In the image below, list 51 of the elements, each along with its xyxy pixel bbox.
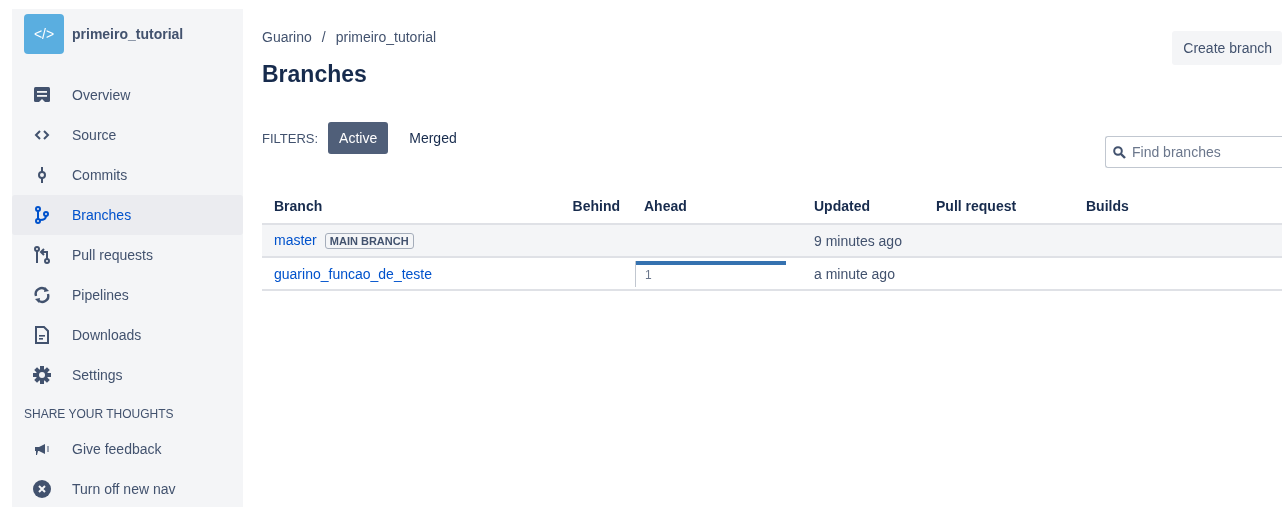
close-icon [32,479,52,499]
document-icon [32,85,52,105]
filter-tab[interactable]: Active [328,122,389,154]
column-header: Ahead [644,198,687,214]
branch-icon [32,205,52,225]
section-title: SHARE YOUR THOUGHTS [23,406,175,423]
sidebar-item[interactable]: Turn off new nav [12,469,243,507]
file-icon [32,325,52,345]
sidebar-item[interactable]: Pull requests [12,235,243,275]
filters-label: FILTERS: [262,130,319,146]
column-header: Behind [572,198,620,214]
sidebar-item[interactable]: Source [12,115,243,155]
page-title: Branches [262,61,368,88]
sidebar-label: Downloads [72,327,142,343]
branch-link[interactable]: master [274,232,317,248]
ahead-count: 1 [644,267,652,282]
sidebar-item[interactable]: Overview [12,75,243,115]
breadcrumb-link[interactable]: primeiro_tutorial [335,29,437,45]
column-header: Updated [814,198,870,214]
column-header: Builds [1086,198,1129,214]
breadcrumb-link[interactable]: Guarino [262,29,312,45]
sidebar-item[interactable]: Pipelines [12,275,243,315]
filter-tab[interactable]: Merged [398,122,468,154]
settings-icon [32,365,52,385]
sidebar-item[interactable]: Downloads [12,315,243,355]
updated-time: a minute ago [814,265,895,282]
sidebar-label: Turn off new nav [72,481,176,497]
sidebar-label: Source [72,127,117,143]
sidebar-label: Commits [72,167,128,183]
sidebar-label: Give feedback [72,441,162,457]
sidebar-item[interactable]: Give feedback [12,429,243,469]
column-header: Pull request [936,198,1017,214]
branch-link[interactable]: guarino_funcao_de_teste [274,265,433,282]
sidebar-item[interactable]: Branches [12,195,243,235]
sidebar-label: Branches [72,207,132,223]
breadcrumb-separator: / [321,29,326,45]
search-icon [1113,146,1126,159]
repository-name[interactable]: primeiro_tutorial [72,26,184,42]
sidebar-item[interactable]: Settings [12,355,243,395]
search-field[interactable]: Find branches [1105,136,1282,168]
sidebar-label: Overview [72,87,131,103]
sidebar-item[interactable]: Commits [12,155,243,195]
create-branch-button[interactable]: Create branch [1172,31,1282,65]
pull-request-icon [32,245,52,265]
sidebar-label: Settings [72,367,123,383]
main-branch-badge: MAIN BRANCH [324,233,414,249]
sidebar-label: Pull requests [72,247,153,263]
column-header: Branch [274,198,323,214]
cycle-icon [32,285,52,305]
sidebar-label: Pipelines [72,287,129,303]
updated-time: 9 minutes ago [814,232,902,249]
